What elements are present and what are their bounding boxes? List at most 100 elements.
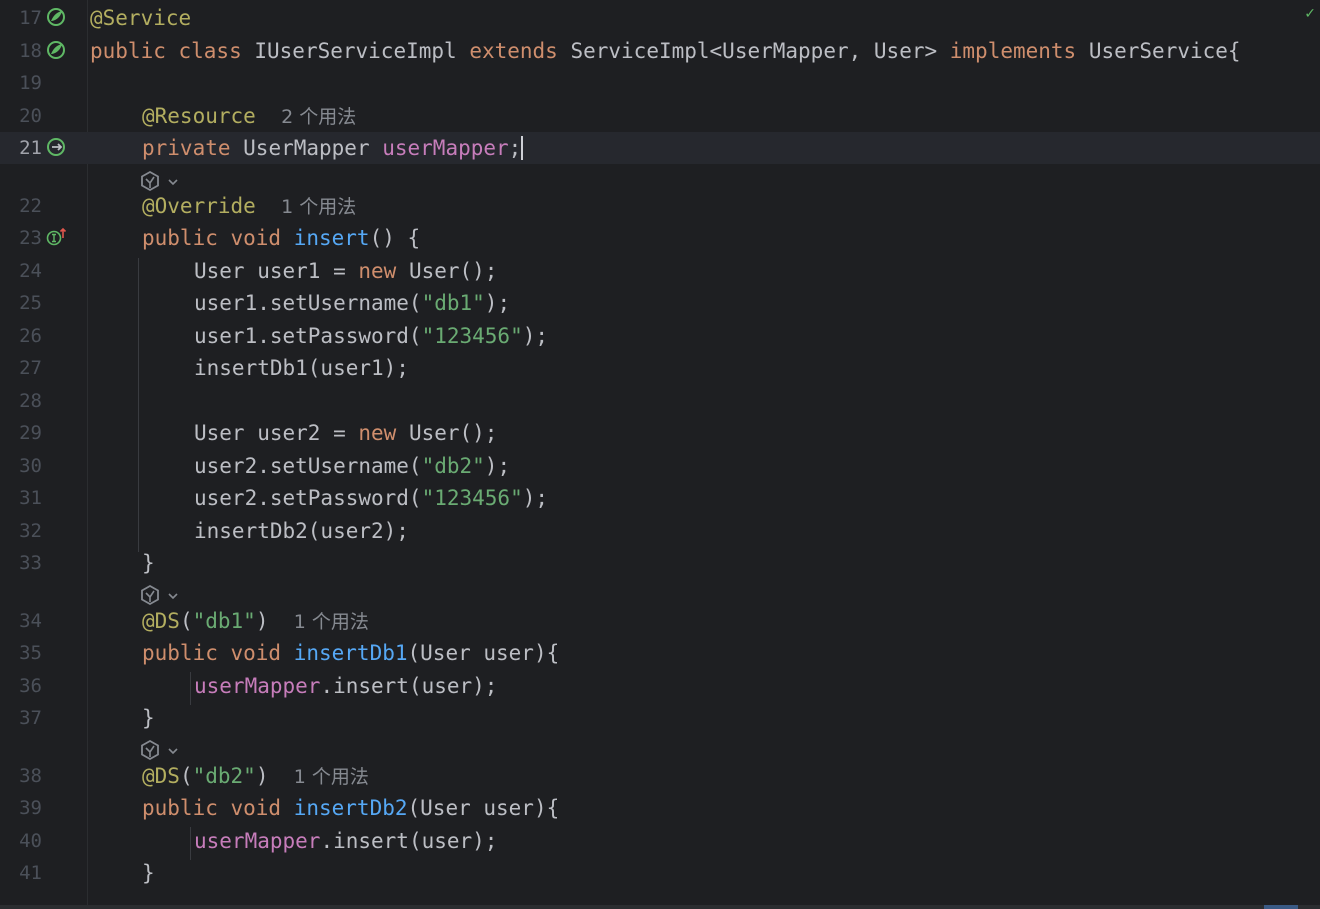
code-line[interactable]: 27 insertDb1(user1);: [0, 352, 1320, 384]
code-line[interactable]: 29 User user2 = new User();: [0, 417, 1320, 449]
code-token: .insert(user);: [320, 674, 498, 698]
code-token: );: [522, 486, 549, 510]
line-number[interactable]: 20: [0, 106, 42, 126]
code-line[interactable]: 38 @DS("db2") 1 个用法: [0, 760, 1320, 792]
code-line[interactable]: 31 user2.setPassword("123456");: [0, 482, 1320, 514]
line-number[interactable]: 24: [0, 261, 42, 281]
usages-hint[interactable]: 2 个用法: [281, 106, 356, 128]
code-line[interactable]: 20 @Resource 2 个用法: [0, 100, 1320, 132]
code-line[interactable]: 39 public void insertDb2(User user){: [0, 792, 1320, 824]
line-number[interactable]: 25: [0, 293, 42, 313]
code-token: );: [522, 324, 549, 348]
usages-hint[interactable]: 1 个用法: [294, 611, 369, 633]
implements-method-icon[interactable]: [46, 226, 68, 248]
code-editor[interactable]: 17 @Service 18 public class IUserServiceImp…: [0, 0, 1320, 909]
code-line[interactable]: 34 @DS("db1") 1 个用法: [0, 605, 1320, 637]
spring-bean-icon[interactable]: [46, 39, 68, 61]
code-line[interactable]: 36 userMapper.insert(user);: [0, 670, 1320, 702]
usages-hint[interactable]: 1 个用法: [281, 196, 356, 218]
code-token: insertDb1: [293, 641, 408, 665]
code-text[interactable]: userMapper.insert(user);: [194, 674, 497, 698]
code-text[interactable]: public void insert() {: [142, 226, 420, 250]
code-line[interactable]: 21 private UserMapper userMapper;: [0, 132, 1320, 164]
code-line[interactable]: 28: [0, 385, 1320, 417]
code-text[interactable]: public class IUserServiceImpl extends Se…: [90, 39, 1241, 63]
code-text[interactable]: @DS("db2") 1 个用法: [142, 764, 369, 789]
code-text[interactable]: user2.setUsername("db2");: [194, 454, 510, 478]
code-text[interactable]: private UserMapper userMapper;: [142, 136, 524, 160]
line-number[interactable]: 33: [0, 553, 42, 573]
line-number[interactable]: 26: [0, 326, 42, 346]
line-number[interactable]: 35: [0, 643, 42, 663]
code-text[interactable]: User user2 = new User();: [194, 421, 497, 445]
code-text[interactable]: user1.setPassword("123456");: [194, 324, 548, 348]
scrollbar-thumb[interactable]: [1264, 905, 1298, 909]
line-number[interactable]: 21: [0, 138, 42, 158]
code-line[interactable]: 30 user2.setUsername("db2");: [0, 450, 1320, 482]
code-text[interactable]: insertDb2(user2);: [194, 519, 409, 543]
line-number[interactable]: 28: [0, 391, 42, 411]
navigate-to-bean-icon[interactable]: [46, 136, 68, 158]
line-number[interactable]: 41: [0, 863, 42, 883]
code-line[interactable]: 26 user1.setPassword("123456");: [0, 320, 1320, 352]
line-number[interactable]: 36: [0, 676, 42, 696]
code-text[interactable]: User user1 = new User();: [194, 259, 497, 283]
line-number[interactable]: 27: [0, 358, 42, 378]
code-text[interactable]: user2.setPassword("123456");: [194, 486, 548, 510]
code-token: }: [142, 861, 155, 885]
code-token: private: [142, 136, 244, 160]
code-line[interactable]: 32 insertDb2(user2);: [0, 515, 1320, 547]
code-text[interactable]: }: [142, 706, 155, 730]
code-text[interactable]: @Resource 2 个用法: [142, 104, 356, 129]
line-number[interactable]: 31: [0, 488, 42, 508]
code-text[interactable]: }: [142, 861, 155, 885]
code-line[interactable]: 17 @Service: [0, 2, 1320, 34]
line-number[interactable]: 23: [0, 228, 42, 248]
code-line[interactable]: 25 user1.setUsername("db1");: [0, 287, 1320, 319]
code-token: .insert(user);: [320, 829, 498, 853]
code-line[interactable]: 35 public void insertDb1(User user){: [0, 637, 1320, 669]
code-text[interactable]: public void insertDb1(User user){: [142, 641, 559, 665]
line-number[interactable]: 22: [0, 196, 42, 216]
line-number[interactable]: 38: [0, 766, 42, 786]
code-line[interactable]: 24 User user1 = new User();: [0, 255, 1320, 287]
line-number[interactable]: 34: [0, 611, 42, 631]
code-text[interactable]: @Service: [90, 6, 191, 30]
code-token: implements: [949, 39, 1089, 63]
line-number[interactable]: 19: [0, 73, 42, 93]
inspection-ok-icon[interactable]: ✓: [1304, 6, 1316, 22]
code-line[interactable]: 19: [0, 67, 1320, 99]
line-number[interactable]: 37: [0, 708, 42, 728]
line-number[interactable]: 30: [0, 456, 42, 476]
line-number[interactable]: 29: [0, 423, 42, 443]
code-line[interactable]: 41}: [0, 857, 1320, 889]
code-text[interactable]: public void insertDb2(User user){: [142, 796, 559, 820]
line-number[interactable]: 18: [0, 41, 42, 61]
code-text[interactable]: user1.setUsername("db1");: [194, 291, 510, 315]
code-text[interactable]: @DS("db1") 1 个用法: [142, 609, 369, 634]
code-line[interactable]: 37}: [0, 702, 1320, 734]
ai-assistant-icon[interactable]: [140, 584, 184, 608]
code-token: public void: [142, 796, 294, 820]
code-line[interactable]: 23 public void insert() {: [0, 222, 1320, 254]
usages-hint[interactable]: 1 个用法: [294, 766, 369, 788]
code-line[interactable]: 40 userMapper.insert(user);: [0, 825, 1320, 857]
ai-assistant-icon[interactable]: [140, 739, 184, 763]
code-text[interactable]: insertDb1(user1);: [194, 356, 409, 380]
code-token: insert: [293, 226, 370, 250]
code-text[interactable]: }: [142, 551, 155, 575]
code-token: ServiceImpl<UserMapper, User>: [570, 39, 950, 63]
line-number[interactable]: 40: [0, 831, 42, 851]
line-number[interactable]: 39: [0, 798, 42, 818]
code-text[interactable]: @Override 1 个用法: [142, 194, 356, 219]
ai-assistant-icon[interactable]: [140, 170, 184, 194]
code-line[interactable]: 18 public class IUserServiceImpl extends …: [0, 35, 1320, 67]
code-line[interactable]: 22 @Override 1 个用法: [0, 190, 1320, 222]
line-number[interactable]: 32: [0, 521, 42, 541]
line-number[interactable]: 17: [0, 8, 42, 28]
spring-bean-icon[interactable]: [46, 6, 68, 28]
code-text[interactable]: userMapper.insert(user);: [194, 829, 497, 853]
horizontal-scrollbar-track[interactable]: [0, 905, 1320, 909]
code-line[interactable]: 33}: [0, 547, 1320, 579]
